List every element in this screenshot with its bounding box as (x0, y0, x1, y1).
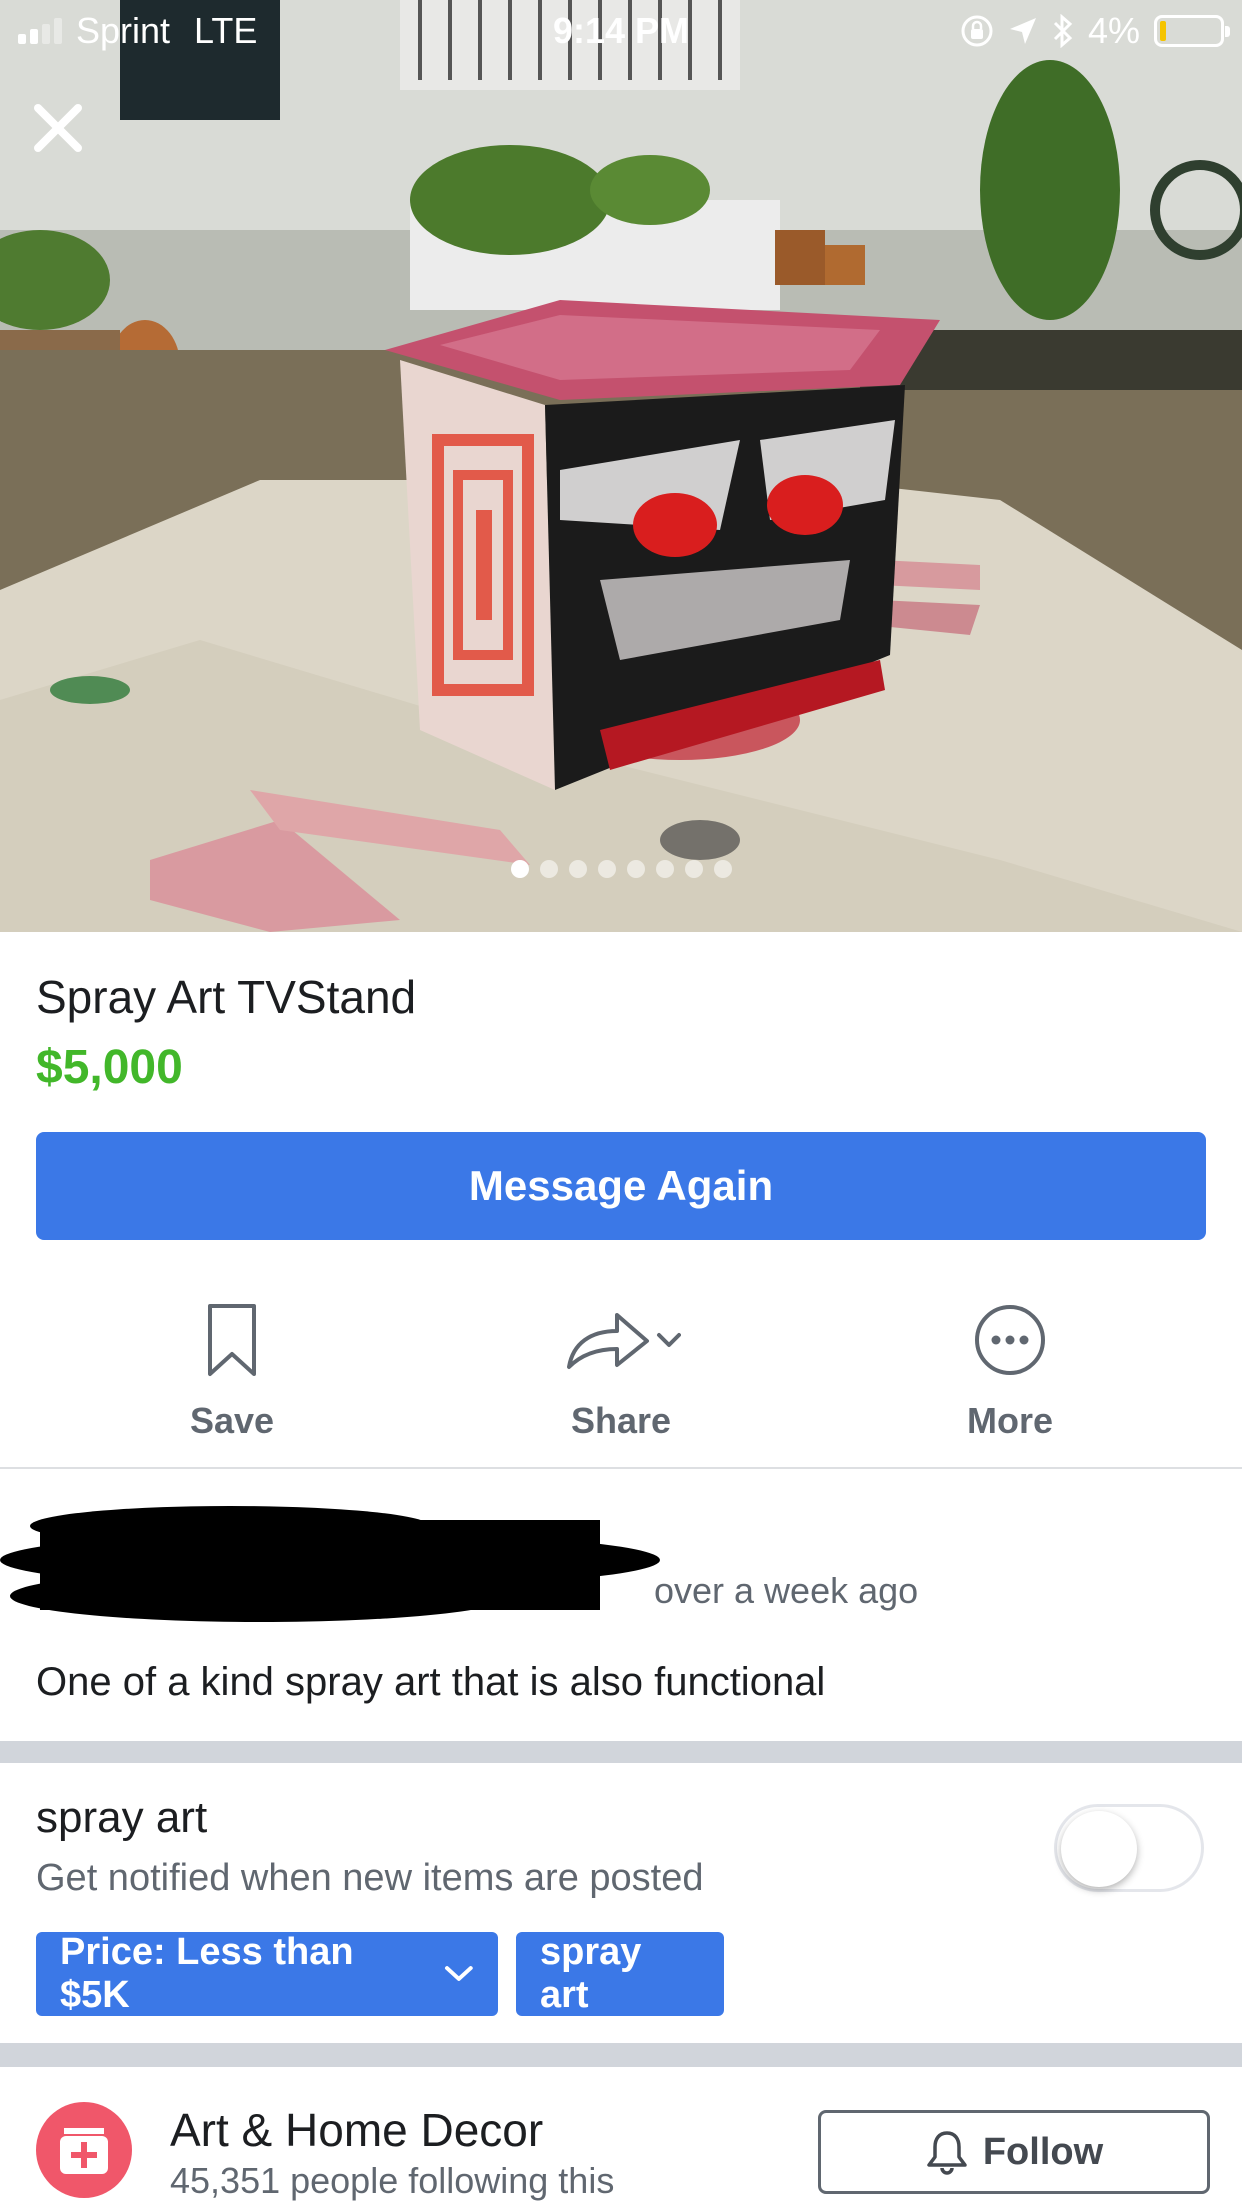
carousel-dot[interactable] (539, 860, 558, 878)
message-again-button[interactable]: Message Again (36, 1132, 1206, 1240)
saved-search-subtitle: Get notified when new items are posted (36, 1857, 704, 1899)
share-button[interactable]: Share (471, 1300, 771, 1442)
section-separator (0, 2043, 1242, 2067)
bookmark-icon (208, 1304, 256, 1376)
bluetooth-icon (1053, 14, 1073, 48)
status-right: 4% (960, 10, 1230, 52)
carousel-dot[interactable] (510, 860, 529, 878)
category-icon[interactable] (36, 2102, 132, 2198)
photo-scene (0, 0, 1242, 932)
category-name[interactable]: Art & Home Decor (170, 2103, 543, 2157)
toggle-knob (1061, 1811, 1137, 1887)
chevron-down-icon (445, 1966, 474, 1981)
save-button[interactable]: Save (82, 1300, 382, 1442)
carousel-dot[interactable] (597, 860, 616, 878)
category-followers: 45,351 people following this (170, 2160, 615, 2201)
more-options-icon (975, 1305, 1045, 1375)
carousel-dot[interactable] (655, 860, 674, 878)
price-filter-chip[interactable]: Price: Less than $5K (36, 1931, 498, 2016)
battery-icon (1154, 15, 1230, 47)
price-filter-label: Price: Less than $5K (60, 1931, 354, 2016)
carousel-dot[interactable] (568, 860, 587, 878)
notify-toggle[interactable] (1054, 1804, 1204, 1892)
location-arrow-icon (1009, 18, 1036, 44)
battery-percent: 4% (1087, 10, 1140, 51)
save-label: Save (189, 1400, 275, 1441)
follow-label: Follow (982, 2130, 1104, 2173)
redacted-seller-name (0, 1506, 660, 1622)
close-icon (34, 104, 82, 152)
share-label: Share (570, 1400, 672, 1441)
seller-row[interactable]: over a week ago (0, 1470, 1242, 1660)
saved-search-title: spray art (36, 1793, 208, 1842)
marketplace-box-icon (60, 2128, 108, 2174)
keyword-chip-label: spray art (540, 1931, 642, 2016)
orientation-lock-icon (961, 15, 993, 47)
share-arrow-icon (567, 1313, 681, 1369)
close-button[interactable] (26, 96, 90, 160)
listing-title: Spray Art TVStand (36, 971, 417, 1023)
posted-time: over a week ago (654, 1570, 919, 1611)
photo-pagination-dots[interactable] (0, 860, 1242, 878)
follow-button[interactable]: Follow (818, 2110, 1210, 2194)
more-button[interactable]: More (860, 1300, 1160, 1442)
carousel-dot[interactable] (713, 860, 732, 878)
keyword-chip[interactable]: spray art (516, 1931, 724, 2016)
carousel-dot[interactable] (684, 860, 703, 878)
section-separator (0, 1741, 1242, 1763)
listing-photo[interactable]: Sprint LTE 9:14 PM 4% (0, 0, 1242, 932)
listing-price: $5,000 (36, 1041, 183, 1094)
divider (0, 1467, 1242, 1469)
status-bar: Sprint LTE 9:14 PM 4% (0, 0, 1242, 62)
more-label: More (966, 1400, 1053, 1441)
carousel-dot[interactable] (626, 860, 645, 878)
chevron-down-icon (657, 1333, 681, 1347)
listing-description: One of a kind spray art that is also fun… (36, 1660, 826, 1704)
action-bar: Save Share More (0, 1300, 1242, 1450)
bell-icon (927, 2131, 967, 2175)
